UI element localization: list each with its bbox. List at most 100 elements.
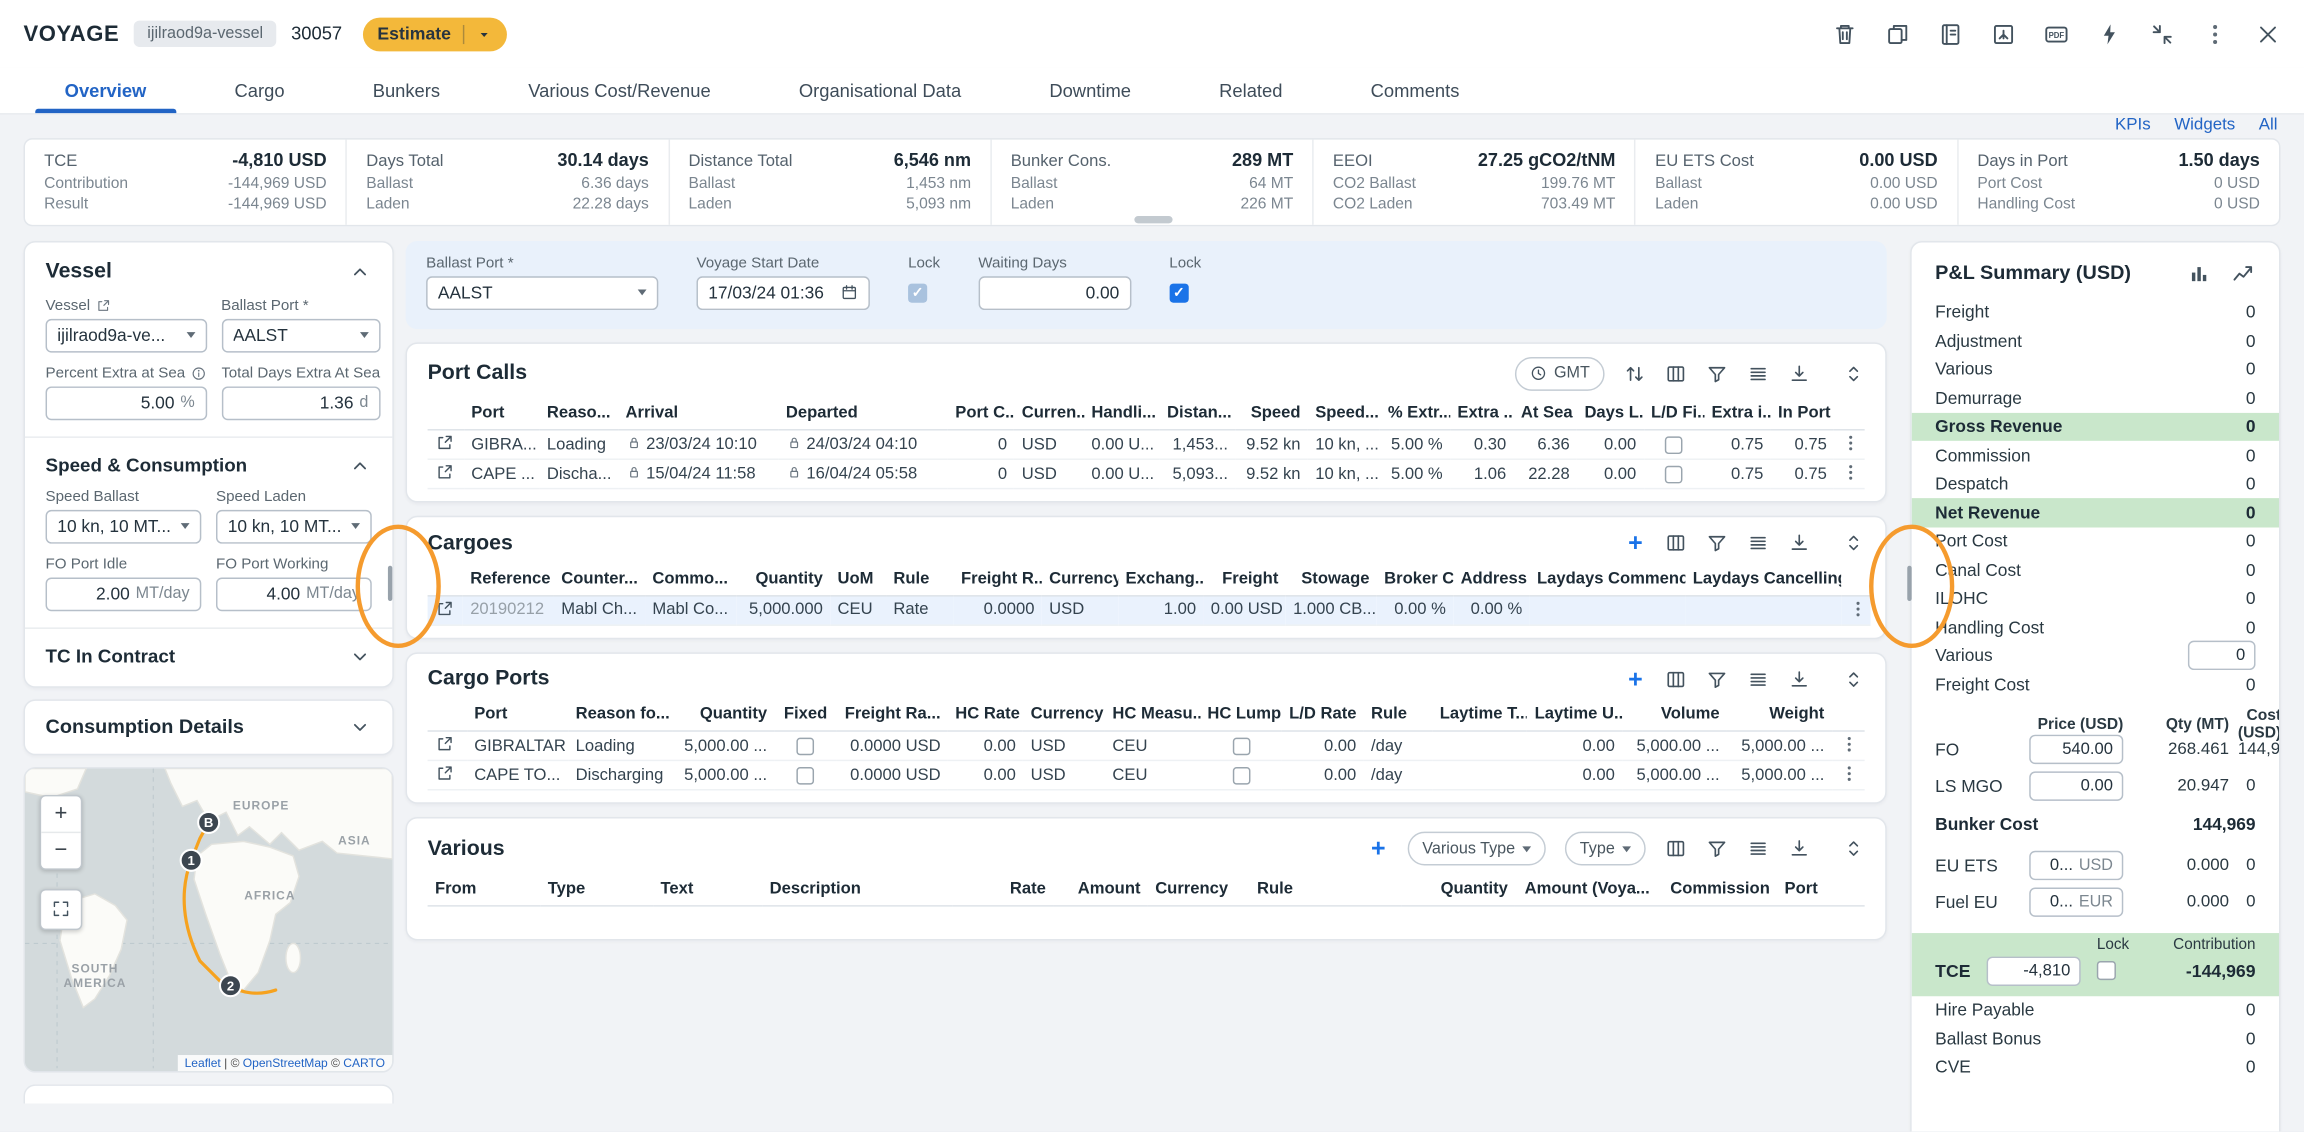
column-header[interactable]: L/D Rate bbox=[1282, 699, 1364, 731]
tab-various-cost-revenue[interactable]: Various Cost/Revenue bbox=[484, 68, 755, 114]
column-header[interactable]: Quantity bbox=[1402, 873, 1515, 905]
copy-icon[interactable] bbox=[1885, 21, 1910, 46]
column-header[interactable]: Currency bbox=[1148, 873, 1250, 905]
expand-section-icon[interactable] bbox=[1843, 668, 1865, 690]
column-header[interactable]: Extra i... bbox=[1704, 398, 1771, 430]
expand-section-icon[interactable] bbox=[1843, 362, 1865, 384]
row-checkbox[interactable] bbox=[797, 737, 815, 755]
delete-icon[interactable] bbox=[1832, 21, 1857, 46]
info-icon[interactable] bbox=[191, 366, 206, 381]
fuel-eu-price-input[interactable]: 0...EUR bbox=[2029, 888, 2123, 917]
column-header[interactable]: Days L... bbox=[1577, 398, 1644, 430]
add-various-button[interactable]: + bbox=[1368, 836, 1388, 861]
column-header[interactable]: Laydays Cancelling bbox=[1685, 563, 1841, 595]
column-header[interactable]: Amount bbox=[1053, 873, 1148, 905]
columns-icon[interactable] bbox=[1665, 838, 1687, 860]
column-header[interactable]: Port C... bbox=[948, 398, 1015, 430]
sort-icon[interactable] bbox=[1624, 362, 1646, 384]
expand-section-icon[interactable] bbox=[1843, 838, 1865, 860]
widgets-link[interactable]: Widgets bbox=[2174, 116, 2235, 134]
tce-input[interactable]: -4,810 bbox=[1987, 956, 2081, 985]
collapse-window-icon[interactable] bbox=[2150, 21, 2175, 46]
column-header[interactable]: Speed bbox=[1235, 398, 1308, 430]
kpis-link[interactable]: KPIs bbox=[2115, 116, 2151, 134]
leaflet-link[interactable]: Leaflet bbox=[185, 1056, 221, 1069]
column-header[interactable]: In Port bbox=[1771, 398, 1835, 430]
column-header[interactable]: Reason fo... bbox=[568, 699, 673, 731]
zoom-in-button[interactable]: + bbox=[41, 796, 81, 831]
expand-section-icon[interactable] bbox=[1843, 532, 1865, 554]
download-icon[interactable] bbox=[1788, 838, 1810, 860]
column-header[interactable]: Laytime T... bbox=[1432, 699, 1527, 731]
more-menu-icon[interactable] bbox=[2203, 21, 2228, 46]
panel-resize-handle-left[interactable] bbox=[388, 566, 392, 601]
map-marker-1[interactable]: 1 bbox=[181, 849, 202, 870]
column-header[interactable]: Exchang... bbox=[1118, 563, 1203, 595]
estimate-button[interactable]: Estimate bbox=[363, 17, 507, 51]
table-row[interactable]: 20190212Mabl Ch...Mabl Co...5,000.000CEU… bbox=[428, 595, 1871, 624]
expand-section-icon[interactable] bbox=[348, 644, 372, 668]
column-header[interactable]: Laytime U... bbox=[1527, 699, 1622, 731]
row-density-icon[interactable] bbox=[1747, 532, 1769, 554]
kpi-strip-resize-handle[interactable] bbox=[1134, 216, 1172, 223]
close-icon[interactable] bbox=[2256, 21, 2281, 46]
column-header[interactable]: Amount (Voya... bbox=[1515, 873, 1657, 905]
column-header[interactable]: Reference bbox=[463, 563, 554, 595]
speed-ballast-select[interactable]: 10 kn, 10 MT... bbox=[46, 509, 202, 543]
row-checkbox[interactable] bbox=[1665, 465, 1683, 483]
row-menu-icon[interactable] bbox=[1848, 599, 1867, 618]
type-filter[interactable]: Type bbox=[1565, 832, 1646, 866]
column-header[interactable]: Fixed bbox=[775, 699, 837, 731]
tab-overview[interactable]: Overview bbox=[21, 68, 191, 114]
estimate-caret-icon[interactable] bbox=[476, 26, 492, 42]
column-header[interactable]: Port bbox=[467, 699, 568, 731]
gmt-timezone-toggle[interactable]: GMT bbox=[1514, 356, 1604, 390]
column-header[interactable]: Port bbox=[1777, 873, 1864, 905]
row-menu-icon[interactable] bbox=[1842, 434, 1861, 453]
column-header[interactable]: Freight R... bbox=[954, 563, 1042, 595]
tce-lock-checkbox[interactable] bbox=[2097, 961, 2116, 980]
column-header[interactable]: Commission bbox=[1657, 873, 1777, 905]
carto-link[interactable]: CARTO bbox=[343, 1056, 385, 1069]
expand-section-icon[interactable] bbox=[348, 715, 372, 739]
column-header[interactable]: Departed bbox=[779, 398, 948, 430]
row-checkbox[interactable] bbox=[1232, 766, 1250, 784]
row-density-icon[interactable] bbox=[1747, 668, 1769, 690]
route-map[interactable]: EUROPE ASIA AFRICA SOUTH AMERICA B 1 bbox=[24, 766, 394, 1072]
row-checkbox[interactable] bbox=[797, 766, 815, 784]
fo-port-idle-input[interactable]: 2.00MT/day bbox=[46, 577, 202, 611]
column-header[interactable]: Laydays Commence bbox=[1530, 563, 1686, 595]
column-header[interactable]: UoM bbox=[830, 563, 886, 595]
collapse-section-icon[interactable] bbox=[348, 453, 372, 477]
column-header[interactable]: HC Lump... bbox=[1200, 699, 1282, 731]
filter-icon[interactable] bbox=[1706, 532, 1728, 554]
pnl-various-input[interactable]: 0 bbox=[2188, 641, 2256, 670]
row-checkbox[interactable] bbox=[1665, 436, 1683, 454]
filter-icon[interactable] bbox=[1706, 838, 1728, 860]
quick-actions-icon[interactable] bbox=[2097, 21, 2122, 46]
column-header[interactable]: Freight bbox=[1203, 563, 1285, 595]
ballast-port-select[interactable]: AALST bbox=[426, 276, 658, 310]
column-header[interactable]: Volume bbox=[1622, 699, 1727, 731]
download-icon[interactable] bbox=[1788, 532, 1810, 554]
columns-icon[interactable] bbox=[1665, 668, 1687, 690]
waiting-days-input[interactable]: 0.00 bbox=[978, 276, 1131, 310]
fo-price-input[interactable]: 540.00 bbox=[2029, 735, 2123, 764]
column-header[interactable]: Description bbox=[762, 873, 951, 905]
fo-port-working-input[interactable]: 4.00MT/day bbox=[216, 577, 372, 611]
table-row[interactable]: GIBRALTARLoading5,000.00 ...0.0000 USD0.… bbox=[428, 731, 1865, 760]
column-header[interactable]: Stowage bbox=[1286, 563, 1377, 595]
column-header[interactable]: Weight bbox=[1727, 699, 1832, 731]
tab-related[interactable]: Related bbox=[1175, 68, 1326, 114]
column-header[interactable]: Currency bbox=[1023, 699, 1105, 731]
table-row[interactable]: GIBRA...Loading23/03/24 10:1024/03/24 04… bbox=[428, 430, 1865, 459]
calendar-icon[interactable] bbox=[840, 284, 858, 302]
column-header[interactable]: Curren... bbox=[1014, 398, 1084, 430]
panel-resize-handle-right[interactable] bbox=[1907, 566, 1911, 601]
column-header[interactable]: Speed... bbox=[1308, 398, 1381, 430]
external-link-icon[interactable] bbox=[96, 298, 111, 313]
bar-chart-icon[interactable] bbox=[2186, 259, 2211, 284]
download-icon[interactable] bbox=[1788, 668, 1810, 690]
open-row-icon[interactable] bbox=[435, 463, 454, 482]
columns-icon[interactable] bbox=[1665, 532, 1687, 554]
